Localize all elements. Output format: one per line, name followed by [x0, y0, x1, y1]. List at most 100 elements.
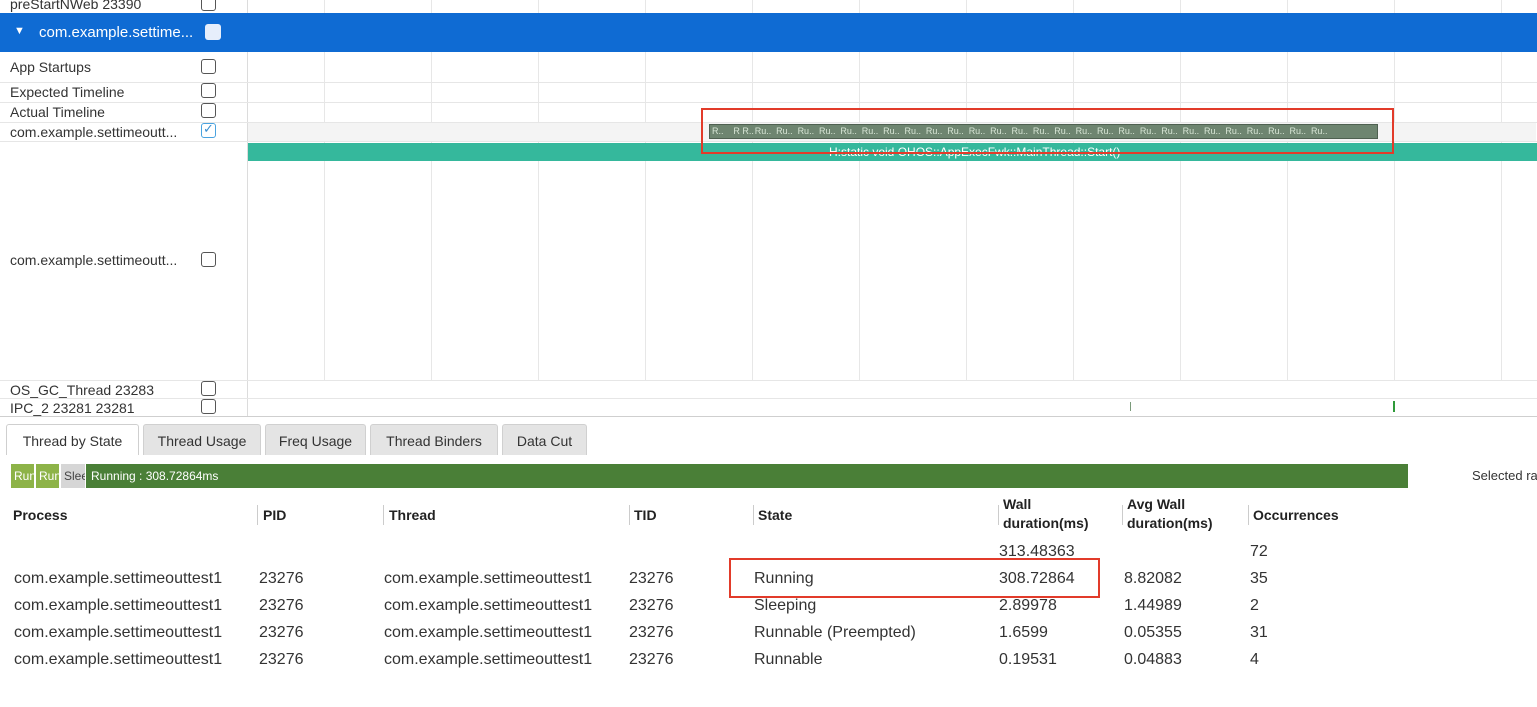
grid-line — [1394, 0, 1395, 14]
cell-tid: 23276 — [629, 597, 674, 614]
highlight-box — [701, 108, 1394, 154]
track-checkbox[interactable] — [201, 381, 216, 396]
cell-thread: com.example.settimeouttest1 — [384, 651, 593, 668]
track-label: App Startups — [10, 59, 91, 75]
column-header-avg-line1: Avg Wall — [1127, 496, 1186, 512]
cell-state: Runnable (Preempted) — [754, 624, 916, 641]
grid-line — [1501, 0, 1502, 14]
grid-line — [538, 0, 539, 14]
grid-line — [645, 0, 646, 14]
highlight-box — [729, 558, 1100, 598]
track-label: IPC_2 23281 23281 — [10, 400, 135, 416]
grid-line — [324, 0, 325, 14]
track-checkbox[interactable] — [201, 103, 216, 118]
cell-wall: 2.89978 — [999, 597, 1057, 614]
column-header-state[interactable]: State — [758, 507, 792, 523]
track-checkbox[interactable] — [201, 252, 216, 267]
column-header-avg-line2: duration(ms) — [1127, 515, 1213, 531]
process-header[interactable]: ▼ com.example.settime... — [0, 13, 1537, 52]
cell-thread: com.example.settimeouttest1 — [384, 570, 593, 587]
cell-state: Runnable — [754, 651, 823, 668]
column-header-avg-wall[interactable]: Avg Wall duration(ms) — [1127, 496, 1213, 531]
cell-avg-wall: 0.04883 — [1124, 651, 1182, 668]
state-chip[interactable]: Slee — [61, 464, 85, 488]
cell-occurrences: 4 — [1250, 651, 1259, 668]
tab-freq-usage[interactable]: Freq Usage — [265, 424, 366, 455]
tab-thread-binders[interactable]: Thread Binders — [370, 424, 498, 455]
state-chip[interactable]: Run — [36, 464, 59, 488]
cell-pid: 23276 — [259, 570, 304, 587]
grid-line — [1073, 0, 1074, 14]
column-header-occurrences[interactable]: Occurrences — [1253, 507, 1339, 523]
column-header-tid[interactable]: TID — [634, 507, 657, 523]
track-label: preStartNWeb 23390 — [10, 0, 142, 12]
cell-occurrences: 35 — [1250, 570, 1268, 587]
column-header-wall-line2: duration(ms) — [1003, 515, 1089, 531]
cell-occurrences: 2 — [1250, 597, 1259, 614]
panel-divider — [0, 416, 1537, 417]
row-divider — [0, 82, 1537, 83]
cell-avg-wall: 0.05355 — [1124, 624, 1182, 641]
column-resizer[interactable] — [257, 505, 258, 525]
track-checkbox[interactable] — [201, 83, 216, 98]
column-resizer[interactable] — [998, 505, 999, 525]
column-resizer[interactable] — [1248, 505, 1249, 525]
cell-avg-wall: 1.44989 — [1124, 597, 1182, 614]
column-resizer[interactable] — [383, 505, 384, 525]
collapse-triangle-icon[interactable]: ▼ — [14, 25, 25, 37]
cell-thread: com.example.settimeouttest1 — [384, 624, 593, 641]
track-label: OS_GC_Thread 23283 — [10, 382, 154, 398]
cell-process: com.example.settimeouttest1 — [14, 570, 223, 587]
cell-tid: 23276 — [629, 624, 674, 641]
cell-thread: com.example.settimeouttest1 — [384, 597, 593, 614]
grid-line — [1180, 0, 1181, 14]
process-header-label: com.example.settime... — [39, 24, 194, 41]
column-resizer[interactable] — [629, 505, 630, 525]
cell-pid: 23276 — [259, 597, 304, 614]
track-label: com.example.settimeoutt... — [10, 252, 178, 268]
row-divider — [0, 380, 1537, 381]
cell-wall: 1.6599 — [999, 624, 1048, 641]
track-label: com.example.settimeoutt... — [10, 124, 178, 140]
track-label: Actual Timeline — [10, 104, 105, 120]
running-bar[interactable]: Running : 308.72864ms — [86, 464, 1408, 488]
cell-state: Sleeping — [754, 597, 817, 614]
ipc-marker — [1393, 401, 1395, 412]
cell-occurrences: 31 — [1250, 624, 1268, 641]
grid-line — [1287, 0, 1288, 14]
ipc-marker — [1130, 402, 1131, 411]
tab-thread-by-state[interactable]: Thread by State — [6, 424, 139, 455]
track-checkbox[interactable] — [201, 121, 216, 138]
track-label: Expected Timeline — [10, 84, 125, 100]
column-resizer[interactable] — [753, 505, 754, 525]
cell-process: com.example.settimeouttest1 — [14, 624, 223, 641]
cell-process: com.example.settimeouttest1 — [14, 651, 223, 668]
total-occurrences: 72 — [1250, 543, 1268, 560]
column-header-process[interactable]: Process — [13, 507, 67, 523]
cell-pid: 23276 — [259, 651, 304, 668]
row-divider — [0, 398, 1537, 399]
cell-process: com.example.settimeouttest1 — [14, 597, 223, 614]
row-divider — [0, 102, 1537, 103]
column-header-pid[interactable]: PID — [263, 507, 286, 523]
selected-range-text: Selected ra — [1472, 468, 1537, 483]
track-checkbox[interactable] — [201, 399, 216, 414]
tab-thread-usage[interactable]: Thread Usage — [143, 424, 261, 455]
track-checkbox[interactable] — [201, 59, 216, 74]
track-checkbox[interactable] — [201, 0, 216, 11]
grid-line — [431, 0, 432, 14]
grid-line — [752, 0, 753, 14]
column-header-wall[interactable]: Wall duration(ms) — [1003, 496, 1089, 531]
grid-line — [859, 0, 860, 14]
tab-data-cut[interactable]: Data Cut — [502, 424, 587, 455]
column-header-thread[interactable]: Thread — [389, 507, 436, 523]
track-divider — [247, 0, 248, 416]
column-resizer[interactable] — [1122, 505, 1123, 525]
state-chip[interactable]: Run — [11, 464, 34, 488]
cell-tid: 23276 — [629, 570, 674, 587]
cell-wall: 0.19531 — [999, 651, 1057, 668]
process-header-checkbox[interactable] — [205, 24, 221, 40]
cell-avg-wall: 8.82082 — [1124, 570, 1182, 587]
cell-tid: 23276 — [629, 651, 674, 668]
grid-line — [966, 0, 967, 14]
